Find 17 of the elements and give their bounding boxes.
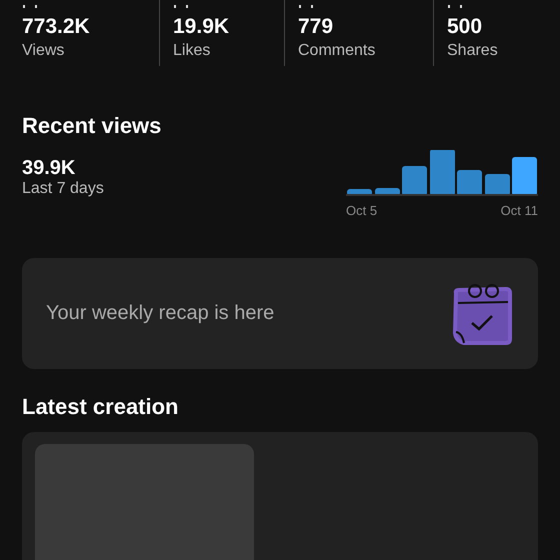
section-title: Recent views [22, 112, 162, 140]
stat-label: Shares [447, 41, 499, 61]
stat-label: Comments [298, 41, 376, 61]
axis-label: Oct 11 [500, 203, 538, 218]
stat-value: 19.9K [173, 14, 230, 40]
calendar-check-icon [450, 282, 514, 344]
views-total: 39.9K [22, 156, 76, 180]
stat-value: 500 [447, 14, 484, 40]
stat-label: Likes [173, 41, 212, 61]
stat-label: Views [22, 41, 66, 61]
period-label: Last 7 days [22, 180, 105, 198]
recap-text: Your weekly recap is here [46, 302, 274, 325]
stat-value: 779 [298, 14, 334, 40]
stat-value: 773.2K [22, 14, 91, 40]
recap-card[interactable]: Your weekly recap is here [22, 258, 538, 369]
section-title: Latest creation [22, 393, 180, 421]
axis-label: Oct 5 [346, 203, 378, 218]
